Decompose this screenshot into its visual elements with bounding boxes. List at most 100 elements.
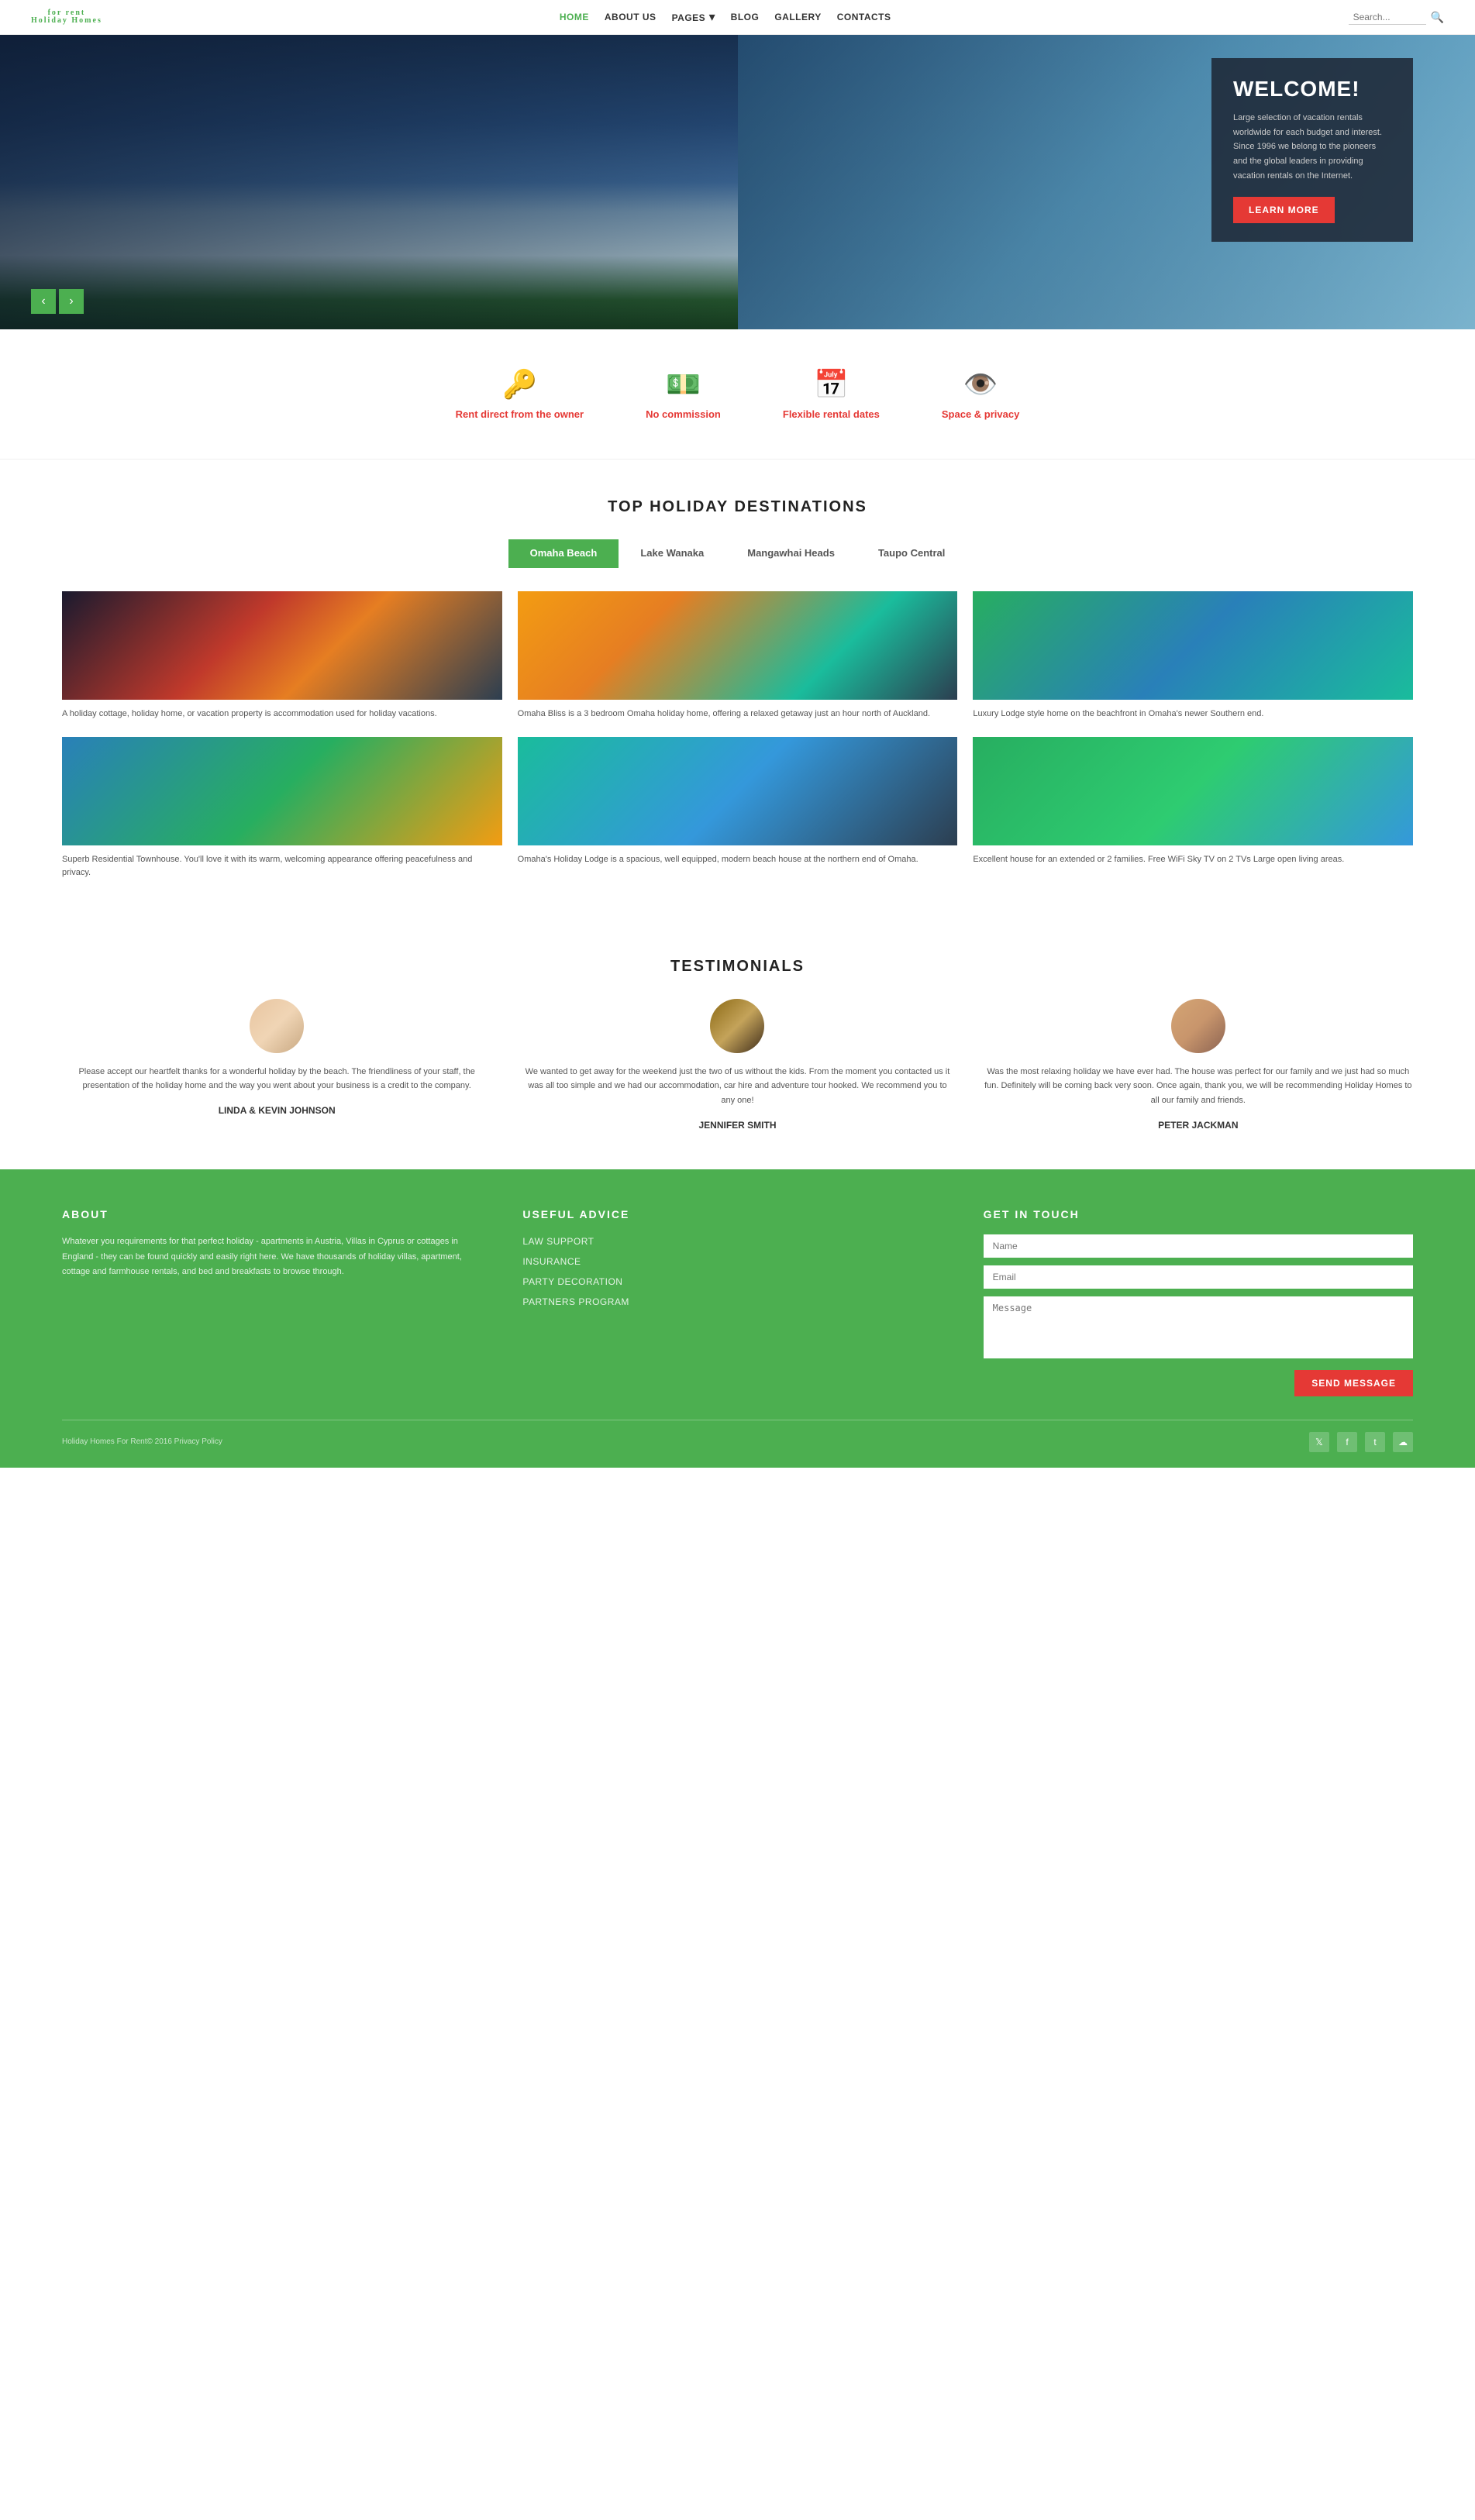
social-tumblr[interactable]: t [1365,1432,1385,1452]
tab-omaha-beach[interactable]: Omaha Beach [508,539,619,568]
feature-item-1: 💵 No commission [646,368,721,420]
testimonial-text-0: Please accept our heartfelt thanks for a… [62,1065,491,1093]
testimonial-1: We wanted to get away for the weekend ju… [522,999,952,1131]
property-card-3: Superb Residential Townhouse. You'll lov… [62,737,502,880]
footer-about-text: Whatever you requirements for that perfe… [62,1234,491,1280]
property-card-5: Excellent house for an extended or 2 fam… [973,737,1413,880]
property-image-4 [518,737,958,845]
hero-content: WELCOME! Large selection of vacation ren… [1211,58,1413,242]
testimonial-avatar-1 [710,999,764,1053]
nav-item-about[interactable]: ABOUT US [605,10,657,24]
feature-icon-1: 💵 [646,368,721,401]
social-twitter[interactable]: 𝕏 [1309,1432,1329,1452]
hero-prev-button[interactable]: ‹ [31,289,56,314]
property-desc-5: Excellent house for an extended or 2 fam… [973,853,1413,867]
nav-item-gallery[interactable]: GALLERY [774,10,821,24]
testimonial-text-2: Was the most relaxing holiday we have ev… [984,1065,1413,1108]
feature-item-0: 🔑 Rent direct from the owner [456,368,584,420]
property-image-3 [62,737,502,845]
footer-about-title: ABOUT [62,1208,491,1220]
property-desc-0: A holiday cottage, holiday home, or vaca… [62,707,502,721]
social-rss[interactable]: ☁ [1393,1432,1413,1452]
hero-title: WELCOME! [1233,77,1391,102]
property-card-0: A holiday cottage, holiday home, or vaca… [62,591,502,721]
testimonial-text-1: We wanted to get away for the weekend ju… [522,1065,952,1108]
tab-mangawhai-heads[interactable]: Mangawhai Heads [725,539,856,568]
footer-link-3[interactable]: PARTNERS PROGRAM [522,1295,952,1309]
search-icon[interactable]: 🔍 [1431,11,1444,24]
hero-section: WELCOME! Large selection of vacation ren… [0,35,1475,329]
property-card-4: Omaha's Holiday Lodge is a spacious, wel… [518,737,958,880]
feature-icon-3: 👁️ [942,368,1019,401]
footer-link-0[interactable]: LAW SUPPORT [522,1234,952,1248]
hero-cta-button[interactable]: LEARN MORE [1233,197,1335,223]
testimonial-0: Please accept our heartfelt thanks for a… [62,999,491,1131]
property-desc-3: Superb Residential Townhouse. You'll lov… [62,853,502,880]
hero-description: Large selection of vacation rentals worl… [1233,111,1391,183]
footer-advice: USEFUL ADVICE LAW SUPPORT INSURANCE PART… [522,1208,952,1396]
feature-label-2: Flexible rental dates [783,408,880,420]
social-facebook[interactable]: f [1337,1432,1357,1452]
footer-link-2[interactable]: PARTY DECORATION [522,1275,952,1289]
feature-icon-0: 🔑 [456,368,584,401]
property-desc-1: Omaha Bliss is a 3 bedroom Omaha holiday… [518,707,958,721]
hero-next-button[interactable]: › [59,289,84,314]
logo-name: Holiday Homes [31,17,102,25]
footer-copyright: Holiday Homes For Rent© 2016 Privacy Pol… [62,1437,222,1446]
destinations-section: TOP HOLIDAY DESTINATIONS Omaha Beach Lak… [0,460,1475,919]
footer-contact: GET IN TOUCH SEND MESSAGE [984,1208,1413,1396]
features-section: 🔑 Rent direct from the owner 💵 No commis… [0,329,1475,460]
property-desc-4: Omaha's Holiday Lodge is a spacious, wel… [518,853,958,867]
footer-contact-title: GET IN TOUCH [984,1208,1413,1220]
properties-grid: A holiday cottage, holiday home, or vaca… [62,591,1413,880]
feature-label-0: Rent direct from the owner [456,408,584,420]
testimonials-section: TESTIMONIALS Please accept our heartfelt… [0,919,1475,1169]
testimonial-avatar-0 [250,999,304,1053]
property-desc-2: Luxury Lodge style home on the beachfron… [973,707,1413,721]
property-card-1: Omaha Bliss is a 3 bedroom Omaha holiday… [518,591,958,721]
testimonial-avatar-2 [1171,999,1225,1053]
nav-item-blog[interactable]: BLOG [731,10,760,24]
testimonial-name-2: PETER JACKMAN [984,1120,1413,1131]
nav-item-pages[interactable]: PAGES ▾ [672,9,715,25]
footer-links: LAW SUPPORT INSURANCE PARTY DECORATION P… [522,1234,952,1309]
footer: ABOUT Whatever you requirements for that… [0,1169,1475,1468]
feature-item-3: 👁️ Space & privacy [942,368,1019,420]
feature-icon-2: 📅 [783,368,880,401]
tab-lake-wanaka[interactable]: Lake Wanaka [619,539,725,568]
feature-item-2: 📅 Flexible rental dates [783,368,880,420]
property-image-2 [973,591,1413,700]
destination-tabs: Omaha Beach Lake Wanaka Mangawhai Heads … [62,539,1413,568]
hero-arrows: ‹ › [31,289,84,314]
property-image-0 [62,591,502,700]
contact-send-button[interactable]: SEND MESSAGE [1294,1370,1413,1396]
nav-links: HOME ABOUT US PAGES ▾ BLOG GALLERY CONTA… [560,9,891,25]
testimonials-title: TESTIMONIALS [62,958,1413,976]
property-card-2: Luxury Lodge style home on the beachfron… [973,591,1413,721]
contact-message-input[interactable] [984,1296,1413,1358]
feature-label-1: No commission [646,408,721,420]
footer-bottom: Holiday Homes For Rent© 2016 Privacy Pol… [62,1420,1413,1452]
tab-taupo-central[interactable]: Taupo Central [856,539,967,568]
footer-advice-title: USEFUL ADVICE [522,1208,952,1220]
contact-name-input[interactable] [984,1234,1413,1258]
property-image-5 [973,737,1413,845]
footer-link-1[interactable]: INSURANCE [522,1255,952,1269]
search-input[interactable] [1349,10,1426,25]
footer-grid: ABOUT Whatever you requirements for that… [62,1208,1413,1396]
property-image-1 [518,591,958,700]
feature-label-3: Space & privacy [942,408,1019,420]
testimonial-2: Was the most relaxing holiday we have ev… [984,999,1413,1131]
contact-email-input[interactable] [984,1265,1413,1289]
footer-about: ABOUT Whatever you requirements for that… [62,1208,491,1396]
testimonials-grid: Please accept our heartfelt thanks for a… [62,999,1413,1131]
nav-search: 🔍 [1349,10,1444,25]
testimonial-name-1: JENNIFER SMITH [522,1120,952,1131]
nav-item-home[interactable]: HOME [560,10,589,24]
social-icons: 𝕏 f t ☁ [1309,1432,1413,1452]
testimonial-name-0: LINDA & KEVIN JOHNSON [62,1105,491,1116]
navbar: for rent Holiday Homes HOME ABOUT US PAG… [0,0,1475,35]
nav-item-contacts[interactable]: CONTACTS [837,10,891,24]
destinations-title: TOP HOLIDAY DESTINATIONS [62,498,1413,516]
site-logo: for rent Holiday Homes [31,9,102,25]
